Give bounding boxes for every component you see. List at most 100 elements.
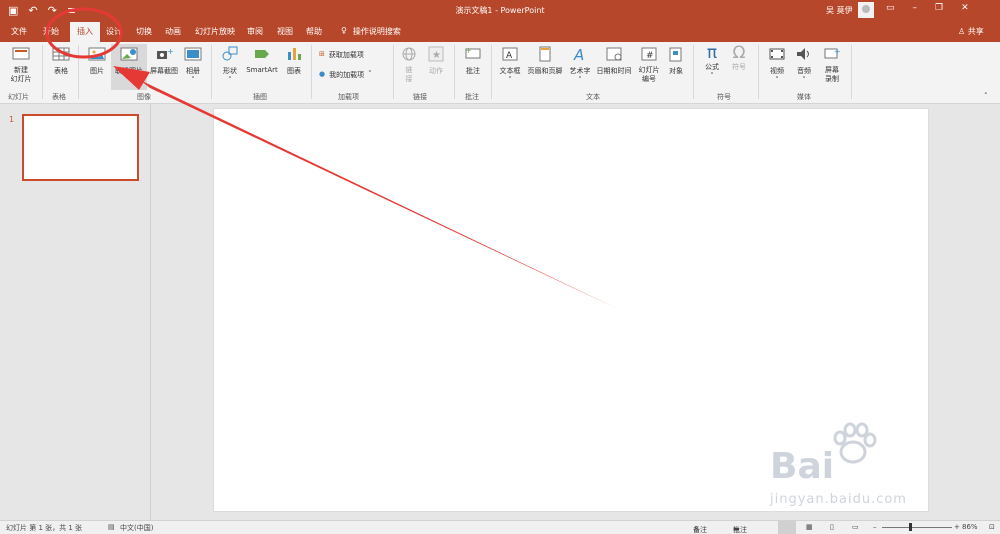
slide-sorter-icon[interactable]: ▦ bbox=[806, 523, 813, 531]
slide-number-button[interactable]: # 幻灯片 编号 bbox=[636, 46, 662, 84]
group-divider bbox=[851, 45, 852, 99]
screen-recording-icon: + bbox=[824, 47, 841, 59]
album-button[interactable]: 相册 ˅ bbox=[180, 46, 206, 84]
zoom-out-icon[interactable]: – bbox=[873, 523, 877, 531]
comment-icon: + bbox=[465, 46, 481, 59]
slideshow-view-icon[interactable]: ▭ bbox=[852, 523, 859, 531]
close-icon[interactable]: ✕ bbox=[961, 3, 969, 13]
group-label-addins: 加载项 bbox=[338, 93, 359, 101]
zoom-slider[interactable] bbox=[882, 527, 952, 528]
tab-view[interactable]: 视图 bbox=[277, 26, 293, 37]
equation-button[interactable]: π 公式 ˅ bbox=[700, 44, 724, 80]
fit-slide-icon[interactable]: ⊡ bbox=[989, 523, 995, 531]
notes-label: 备注 bbox=[693, 526, 707, 534]
comment-button[interactable]: + 批注 bbox=[461, 46, 485, 76]
slide-thumbnail-number: 1 bbox=[9, 115, 15, 124]
table-button[interactable]: 表格 bbox=[48, 46, 74, 76]
zoom-slider-thumb[interactable] bbox=[909, 523, 912, 531]
tab-animations[interactable]: 动画 bbox=[165, 26, 181, 37]
group-divider bbox=[491, 45, 492, 99]
group-label-slides: 幻灯片 bbox=[8, 93, 29, 101]
globe-link-icon bbox=[402, 47, 416, 61]
tab-slideshow[interactable]: 幻灯片放映 bbox=[195, 26, 235, 37]
action-label: 动作 bbox=[429, 67, 443, 75]
spellcheck-icon[interactable]: ▤ bbox=[108, 523, 115, 531]
collapse-ribbon-icon[interactable]: ˄ bbox=[984, 92, 988, 100]
calendar-icon bbox=[606, 47, 622, 61]
tab-home[interactable]: 开始 bbox=[43, 26, 59, 37]
slide-thumbnail[interactable] bbox=[22, 114, 139, 181]
dropdown-arrow-icon: ˅ bbox=[578, 76, 582, 84]
tab-help[interactable]: 帮助 bbox=[306, 26, 322, 37]
minimize-icon[interactable]: – bbox=[913, 3, 918, 13]
shapes-button[interactable]: 形状 ˅ bbox=[217, 46, 243, 84]
header-footer-icon bbox=[539, 46, 551, 62]
smartart-icon bbox=[255, 50, 269, 58]
slide-number-label: 幻灯片 编号 bbox=[638, 66, 660, 83]
screenshot-icon: + bbox=[157, 47, 174, 59]
screen-recording-button[interactable]: + 屏幕 录制 bbox=[819, 46, 845, 84]
textbox-button[interactable]: A 文本框 ˅ bbox=[497, 46, 523, 84]
dropdown-arrow-icon: ˅ bbox=[710, 72, 714, 80]
tab-transitions[interactable]: 切换 bbox=[136, 26, 152, 37]
share-button[interactable]: ♙ 共享 bbox=[958, 26, 984, 37]
group-divider bbox=[42, 45, 43, 99]
my-addins-button[interactable]: ● 我的加载项 ˅ bbox=[319, 70, 372, 80]
textbox-label: 文本框 bbox=[499, 67, 521, 75]
textbox-icon: A bbox=[502, 47, 518, 61]
restore-icon[interactable]: ❐ bbox=[935, 3, 943, 13]
smartart-label: SmartArt bbox=[246, 66, 278, 74]
table-label: 表格 bbox=[54, 67, 68, 75]
action-button[interactable]: ★ 动作 bbox=[425, 46, 447, 76]
svg-text:+: + bbox=[465, 46, 472, 55]
svg-text:+: + bbox=[834, 47, 841, 56]
comments-label: 批注 bbox=[733, 526, 747, 534]
group-divider bbox=[393, 45, 394, 99]
screenshot-label: 屏幕截图 bbox=[150, 67, 178, 75]
zoom-in-icon[interactable]: + bbox=[954, 523, 960, 531]
reading-view-icon[interactable]: ▯ bbox=[830, 523, 834, 531]
group-label-symbols: 符号 bbox=[717, 93, 731, 101]
window-controls: ▭ – ❐ ✕ bbox=[886, 3, 969, 13]
normal-view-icon[interactable] bbox=[778, 521, 796, 534]
video-button[interactable]: 视频 ˅ bbox=[765, 46, 789, 84]
object-icon bbox=[669, 47, 682, 62]
symbol-button[interactable]: Ω 符号 bbox=[727, 44, 751, 72]
audio-button[interactable]: 音频 ˅ bbox=[792, 46, 816, 84]
tell-me-search[interactable]: ♀ 操作说明搜索 bbox=[341, 26, 401, 37]
tab-file[interactable]: 文件 bbox=[11, 26, 27, 37]
chart-button[interactable]: 图表 bbox=[283, 46, 305, 76]
zoom-level[interactable]: 86% bbox=[962, 523, 978, 531]
smartart-button[interactable]: SmartArt bbox=[244, 46, 280, 74]
new-slide-button[interactable]: 新建 幻灯片 bbox=[6, 46, 36, 84]
link-button[interactable]: 链接 bbox=[398, 46, 420, 84]
watermark-url: jingyan.baidu.com bbox=[770, 492, 907, 507]
album-label: 相册 bbox=[186, 67, 200, 75]
get-addins-button[interactable]: ⊞ 获取加载项 bbox=[319, 50, 364, 60]
group-divider bbox=[693, 45, 694, 99]
header-footer-button[interactable]: 页眉和页脚 bbox=[525, 46, 565, 76]
slide-number-icon: # bbox=[641, 47, 657, 61]
datetime-button[interactable]: 日期和时间 bbox=[594, 46, 634, 76]
tell-me-label: 操作说明搜索 bbox=[352, 27, 401, 36]
group-divider bbox=[311, 45, 312, 99]
group-divider bbox=[78, 45, 79, 99]
group-label-images: 图像 bbox=[137, 93, 151, 101]
screenshot-button[interactable]: + 屏幕截图 bbox=[148, 46, 180, 76]
wordart-button[interactable]: A 艺术字 ˅ bbox=[567, 46, 593, 84]
album-icon bbox=[184, 47, 202, 61]
picture-button[interactable]: 图片 bbox=[84, 46, 110, 76]
tab-review[interactable]: 审阅 bbox=[247, 26, 263, 37]
screen-recording-label: 屏幕 录制 bbox=[825, 66, 839, 83]
object-label: 对象 bbox=[669, 67, 683, 75]
ribbon-display-icon[interactable]: ▭ bbox=[886, 3, 895, 13]
language-indicator[interactable]: 中文(中国) bbox=[120, 523, 153, 533]
tab-design[interactable]: 设计 bbox=[106, 26, 122, 37]
online-picture-button[interactable]: 联机图片 bbox=[111, 44, 147, 90]
tab-insert[interactable]: 插入 bbox=[70, 22, 100, 42]
object-button[interactable]: 对象 bbox=[664, 46, 688, 76]
action-star-icon: ★ bbox=[428, 46, 444, 62]
avatar[interactable] bbox=[858, 2, 874, 18]
user-name[interactable]: 吴 莫伊 bbox=[826, 5, 853, 16]
group-label-links: 链接 bbox=[413, 93, 427, 101]
